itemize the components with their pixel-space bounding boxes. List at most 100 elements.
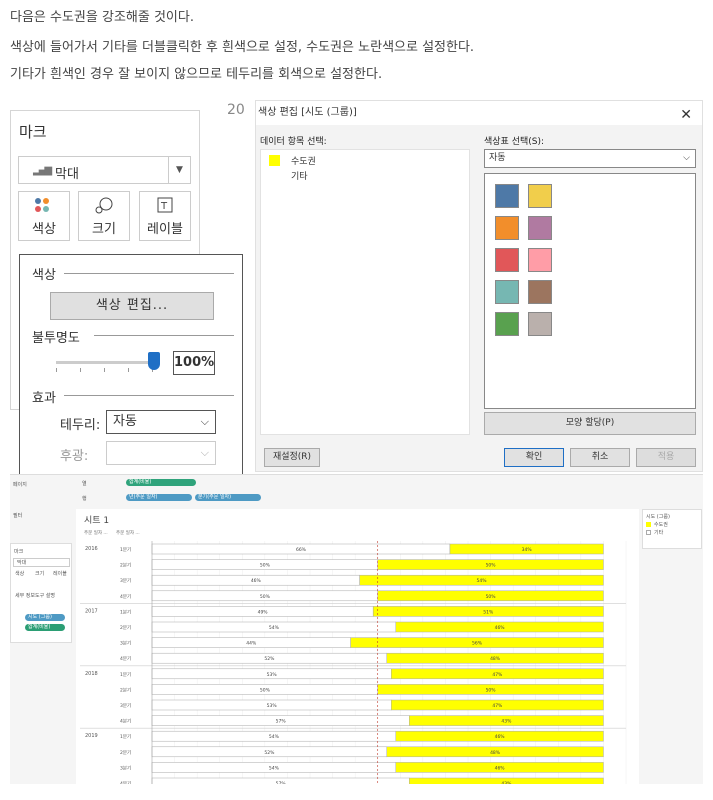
worksheet-view: 시트 1 주문 일자 ... 주문 일자 ... 2016 1분기 66% 34% 2분기 5…: [76, 509, 639, 784]
rows-pill-year[interactable]: 년(주문 일자): [126, 494, 192, 501]
apply-button[interactable]: 적용: [636, 448, 696, 467]
mark-type-select[interactable]: ▂▄▆ 막대 ▼: [18, 156, 191, 184]
marks-pill-group[interactable]: 시도 (그룹): [25, 614, 65, 621]
data-label-capital: 48%: [490, 750, 501, 756]
pages-label: 페이지: [13, 482, 27, 488]
chevron-down-icon: ⌵: [200, 415, 209, 428]
marks-pill-sum[interactable]: 합계(비율): [25, 624, 65, 631]
quarter-label: 2분기: [120, 749, 131, 756]
data-label-other: 54%: [269, 765, 280, 771]
opacity-slider-track[interactable]: [56, 361, 152, 364]
rows-pill-quarter[interactable]: 분기(주문 일자): [195, 494, 261, 501]
quarter-label: 4분기: [120, 780, 131, 784]
data-label-capital: 43%: [501, 781, 512, 784]
year-label: 2018: [85, 671, 98, 677]
color-dots-icon: [19, 196, 69, 218]
data-item-other[interactable]: 기타: [291, 169, 308, 182]
size-button[interactable]: 크기: [78, 191, 130, 241]
quarter-label: 3분기: [120, 764, 131, 771]
palette-swatch[interactable]: [528, 184, 552, 208]
palette-swatch[interactable]: [495, 184, 519, 208]
data-label-capital: 47%: [492, 703, 503, 709]
edit-colors-button[interactable]: 색상 편집...: [50, 292, 214, 320]
color-button-small[interactable]: 색상: [15, 570, 24, 577]
rows-shelf-label: 행: [82, 496, 87, 502]
size-button-small[interactable]: 크기: [35, 570, 44, 577]
data-label-other: 50%: [260, 687, 271, 693]
legend-item-other: 기타: [654, 530, 664, 536]
palette-swatch[interactable]: [495, 280, 519, 304]
divider: [64, 273, 234, 274]
quarter-label: 3분기: [120, 702, 131, 709]
data-item-capital[interactable]: 수도권: [291, 154, 316, 167]
palette-swatch[interactable]: [528, 280, 552, 304]
filters-label: 필터: [13, 513, 23, 519]
data-items-list: 수도권 기타: [260, 149, 470, 435]
color-swatch: [269, 155, 280, 166]
data-label-other: 49%: [258, 609, 269, 615]
palette-swatch[interactable]: [495, 312, 519, 336]
legend-swatch-other: [646, 530, 651, 535]
data-label-capital: 46%: [495, 734, 506, 740]
assign-palette-button[interactable]: 모양 할당(P): [484, 412, 696, 435]
data-label-capital: 50%: [486, 594, 497, 600]
quarter-label: 2분기: [120, 686, 131, 693]
data-label-other: 57%: [276, 719, 287, 725]
quarter-label: 1분기: [120, 608, 131, 615]
columns-shelf-label: 열: [82, 481, 87, 487]
legend-title: 시도 (그룹): [646, 514, 670, 520]
label-button[interactable]: T 레이블: [139, 191, 191, 241]
opacity-slider-thumb[interactable]: [148, 352, 160, 370]
tooltip-button-small[interactable]: 도구 설명: [35, 592, 55, 599]
close-icon[interactable]: ✕: [680, 103, 692, 127]
data-items-label: 데이터 항목 선택:: [260, 137, 327, 147]
color-legend: 시도 (그룹) 수도권 기타: [642, 509, 702, 549]
halo-label: 후광:: [60, 449, 89, 464]
label-button-small[interactable]: 레이블: [53, 570, 67, 577]
dialog-title-text: 색상 편집 [시도 (그룹)]: [258, 107, 357, 118]
columns-pill[interactable]: 합계(비율): [126, 479, 196, 486]
slider-tick: [128, 368, 129, 372]
data-label-other: 52%: [264, 656, 275, 662]
color-button[interactable]: 색상: [18, 191, 70, 241]
legend-item-capital: 수도권: [654, 522, 668, 528]
data-label-capital: 43%: [501, 719, 512, 725]
palette-select[interactable]: 자동 ⌵: [484, 149, 696, 168]
data-label-capital: 47%: [492, 672, 503, 678]
palette-swatch[interactable]: [528, 216, 552, 240]
data-label-other: 44%: [246, 641, 257, 647]
data-label-other: 52%: [264, 750, 275, 756]
quarter-label: 3분기: [120, 577, 131, 584]
detail-button-small[interactable]: 세부 정보: [15, 592, 35, 599]
palette-swatch[interactable]: [495, 248, 519, 272]
legend-swatch-capital: [646, 522, 651, 527]
quarter-label: 4분기: [120, 655, 131, 662]
data-label-other: 46%: [251, 578, 262, 584]
border-select-value: 자동: [113, 414, 137, 429]
header-quarter: 주문 일자 ...: [116, 529, 140, 536]
border-select[interactable]: 자동 ⌵: [106, 410, 216, 434]
quarter-label: 4분기: [120, 718, 131, 725]
palette-swatch[interactable]: [528, 248, 552, 272]
data-label-capital: 46%: [495, 625, 506, 631]
reset-button[interactable]: 재설정(R): [264, 448, 320, 467]
halo-select[interactable]: ⌵: [106, 441, 216, 465]
data-label-capital: 54%: [477, 578, 488, 584]
intro-line-2: 색상에 들어가서 기타를 더블클릭한 후 흰색으로 설정, 수도권은 노란색으로…: [10, 40, 475, 55]
chevron-down-icon[interactable]: ▼: [168, 157, 190, 183]
intro-line-3: 기타가 흰색인 경우 잘 보이지 않으므로 테두리를 회색으로 설정한다.: [10, 67, 383, 82]
cancel-button[interactable]: 취소: [570, 448, 630, 467]
year-label: 2016: [85, 546, 98, 552]
palette-swatch[interactable]: [528, 312, 552, 336]
data-label-capital: 34%: [522, 547, 533, 553]
opacity-input[interactable]: 100%: [173, 351, 215, 375]
palette-swatch[interactable]: [495, 216, 519, 240]
quarter-label: 1분기: [120, 671, 131, 678]
size-icon: [79, 196, 129, 218]
data-label-other: 53%: [267, 703, 278, 709]
palette-label: 색상표 선택(S):: [484, 137, 545, 147]
data-label-other: 66%: [296, 547, 307, 553]
marks-type-select-small[interactable]: 막대: [13, 558, 70, 567]
ok-button[interactable]: 확인: [504, 448, 564, 467]
data-label-capital: 48%: [490, 656, 501, 662]
